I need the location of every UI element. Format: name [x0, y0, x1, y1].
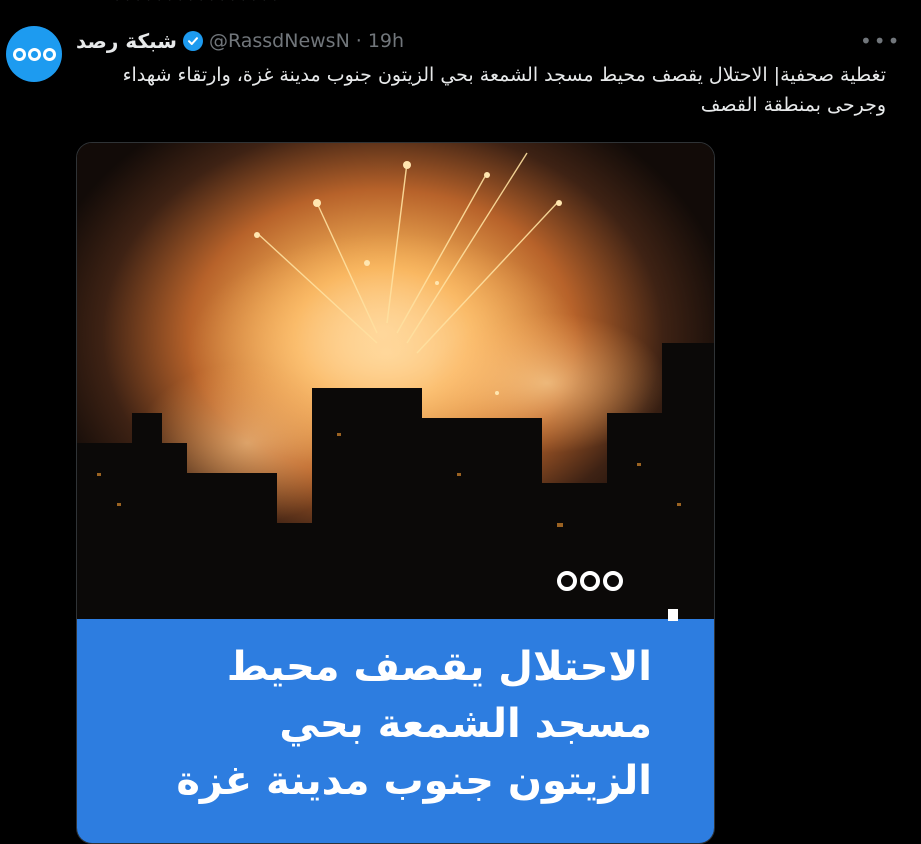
verified-badge-icon[interactable]	[182, 31, 203, 51]
author-name[interactable]: شبكة رصد	[76, 29, 177, 53]
rassd-logo-icon	[12, 47, 56, 61]
caption-tab	[668, 609, 678, 621]
rassd-watermark-icon	[557, 571, 623, 591]
tweet-text: تغطية صحفية| الاحتلال يقصف محيط مسجد الش…	[122, 64, 886, 116]
media-caption: الاحتلال يقصف محيط مسجد الشمعة بحي الزيت…	[176, 644, 652, 804]
author-handle[interactable]: @RassdNewsN	[209, 30, 350, 52]
more-options-icon[interactable]: •••	[860, 30, 899, 52]
tweet-media[interactable]: الاحتلال يقصف محيط مسجد الشمعة بحي الزيت…	[76, 142, 715, 844]
tweet-header: شبكة رصد @RassdNewsN · 19h	[76, 28, 404, 54]
explosion-photo	[77, 143, 714, 621]
timestamp[interactable]: 19h	[368, 30, 404, 52]
previous-item-text: ∙∙∙∙∙∙∙∙∙∙∙∙∙∙∙∙	[112, 0, 280, 6]
separator-dot: ·	[355, 30, 362, 52]
media-caption-banner: الاحتلال يقصف محيط مسجد الشمعة بحي الزيت…	[77, 609, 714, 843]
avatar[interactable]	[6, 26, 62, 82]
